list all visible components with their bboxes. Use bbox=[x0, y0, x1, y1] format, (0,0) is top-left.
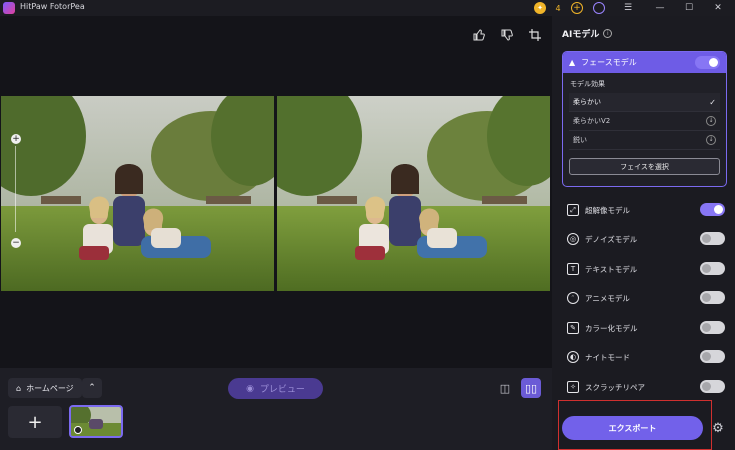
model-toggle[interactable] bbox=[700, 262, 725, 275]
zoom-track[interactable] bbox=[15, 146, 16, 232]
menu-icon[interactable]: ☰ bbox=[614, 0, 642, 16]
model-toggle[interactable] bbox=[700, 321, 725, 334]
model-toggle[interactable] bbox=[700, 232, 725, 245]
colorize-icon: ✎ bbox=[567, 322, 579, 334]
effect-option[interactable]: 柔らかい ✓ bbox=[569, 93, 720, 112]
scratch-icon: ✧ bbox=[567, 381, 579, 393]
denoise-icon: ◎ bbox=[567, 233, 579, 245]
coin-icon[interactable]: ✦ bbox=[533, 0, 547, 16]
model-row-night[interactable]: ◐ ナイトモード bbox=[567, 347, 727, 367]
select-face-button[interactable]: フェイスを選択 bbox=[569, 158, 720, 175]
single-view-icon[interactable]: ◫ bbox=[497, 380, 513, 396]
title-bar: HitPaw FotorPea ✦ 4 + ☰ — ☐ ✕ bbox=[0, 0, 735, 16]
effect-title: モデル効果 bbox=[570, 80, 605, 88]
app-logo-icon bbox=[3, 2, 15, 14]
panel-title: AIモデル i bbox=[562, 27, 613, 40]
thumbs-up-icon[interactable] bbox=[472, 28, 486, 42]
effect-option[interactable]: 柔らかいV2 ↓ bbox=[569, 112, 720, 131]
home-icon: ⌂ bbox=[16, 383, 22, 393]
preview-workspace: + − bbox=[0, 16, 552, 368]
bottom-bar: ⌂ ホームページ ⌃ ◉ プレビュー ◫ ▯▯ + bbox=[0, 368, 552, 450]
face-model-toggle[interactable] bbox=[695, 56, 720, 69]
add-file-button[interactable]: + bbox=[8, 406, 62, 438]
feedback-toolbar bbox=[472, 28, 542, 42]
download-icon[interactable]: ↓ bbox=[706, 116, 716, 126]
model-row-text[interactable]: T テキストモデル bbox=[567, 259, 727, 279]
model-row-upscale[interactable]: ⤢ 超解像モデル bbox=[567, 200, 727, 220]
night-icon: ◐ bbox=[567, 351, 579, 363]
home-label: ホームページ bbox=[26, 383, 74, 393]
model-toggle[interactable] bbox=[700, 380, 725, 393]
checkmark-icon: ✓ bbox=[709, 97, 716, 107]
download-icon[interactable]: ↓ bbox=[706, 135, 716, 145]
account-icon[interactable] bbox=[591, 0, 607, 16]
effect-option[interactable]: 鋭い ↓ bbox=[569, 131, 720, 150]
zoom-slider[interactable]: + − bbox=[9, 134, 23, 248]
enhanced-photo bbox=[277, 96, 550, 291]
home-button[interactable]: ⌂ ホームページ bbox=[8, 378, 82, 398]
eye-icon: ◉ bbox=[246, 383, 254, 394]
face-model-header[interactable]: ▲ フェースモデル bbox=[563, 52, 726, 73]
ai-model-panel: AIモデル i ▲ フェースモデル モデル効果 柔らかい ✓ 柔らかいV2 ↓ … bbox=[552, 16, 735, 450]
thumbs-down-icon[interactable] bbox=[500, 28, 514, 42]
app-title: HitPaw FotorPea bbox=[20, 2, 85, 11]
model-row-scratch[interactable]: ✧ スクラッチリペア bbox=[567, 377, 727, 397]
model-toggle[interactable] bbox=[700, 291, 725, 304]
preview-button[interactable]: ◉ プレビュー bbox=[228, 378, 323, 399]
add-coin-icon[interactable]: + bbox=[569, 0, 585, 16]
collapse-button[interactable]: ⌃ bbox=[82, 378, 102, 398]
original-photo bbox=[1, 96, 274, 291]
text-icon: T bbox=[567, 263, 579, 275]
face-model-card: ▲ フェースモデル モデル効果 柔らかい ✓ 柔らかいV2 ↓ 鋭い ↓ フェイ… bbox=[562, 51, 727, 187]
anime-icon: ᵔ bbox=[567, 292, 579, 304]
upscale-icon: ⤢ bbox=[567, 204, 579, 216]
export-button[interactable]: エクスポート bbox=[562, 416, 703, 440]
info-icon[interactable]: i bbox=[603, 29, 613, 38]
model-toggle[interactable] bbox=[700, 203, 725, 216]
crop-icon[interactable] bbox=[528, 28, 542, 42]
file-thumbnail[interactable] bbox=[69, 405, 123, 438]
preview-label: プレビュー bbox=[259, 385, 305, 395]
zoom-in-icon[interactable]: + bbox=[11, 134, 21, 144]
chevron-up-icon: ⌃ bbox=[88, 383, 96, 393]
model-row-anime[interactable]: ᵔ アニメモデル bbox=[567, 288, 727, 308]
face-model-label: フェースモデル bbox=[581, 58, 637, 67]
model-toggle[interactable] bbox=[700, 350, 725, 363]
model-row-denoise[interactable]: ◎ デノイズモデル bbox=[567, 229, 727, 249]
settings-gear-icon[interactable]: ⚙ bbox=[711, 421, 725, 436]
chevron-up-icon[interactable]: ▲ bbox=[569, 58, 575, 67]
zoom-out-icon[interactable]: − bbox=[11, 238, 21, 248]
clock-icon bbox=[74, 426, 82, 434]
coin-count: 4 bbox=[555, 3, 561, 13]
split-view-icon[interactable]: ▯▯ bbox=[521, 378, 541, 398]
maximize-icon[interactable]: ☐ bbox=[675, 0, 703, 16]
model-row-colorize[interactable]: ✎ カラー化モデル bbox=[567, 318, 727, 338]
minimize-icon[interactable]: — bbox=[646, 0, 674, 16]
close-icon[interactable]: ✕ bbox=[704, 0, 732, 16]
